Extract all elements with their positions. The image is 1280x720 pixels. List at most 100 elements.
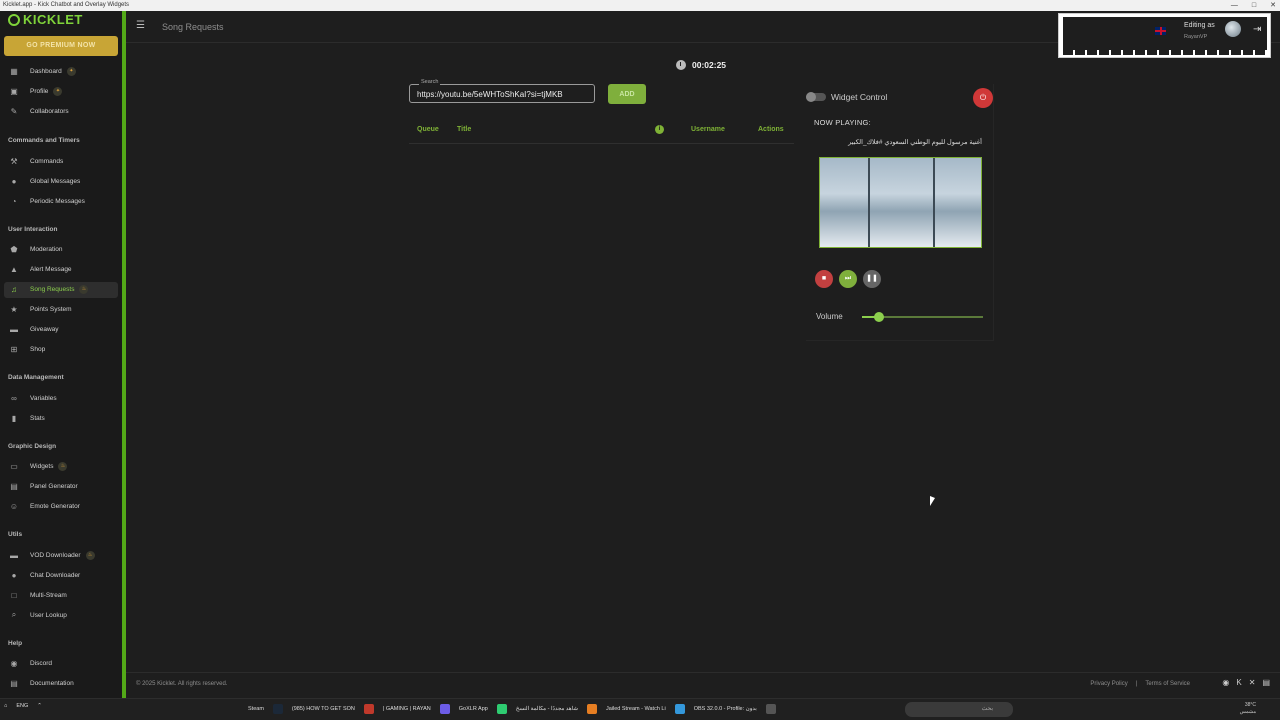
search-input[interactable] [417,88,589,100]
privacy-link[interactable]: Privacy Policy [1090,681,1127,687]
taskbar-search[interactable]: بحث [905,702,1013,717]
editing-as-label: Editing as [1184,22,1215,29]
taskbar-app-label[interactable]: Jailed Stream - Watch Li [606,706,666,712]
logout-icon[interactable]: ⇥ [1253,24,1261,35]
sidebar-item-label: Widgets [30,463,54,470]
sidebar-item-global-messages[interactable]: ● Global Messages [4,173,118,189]
chevron-up-icon[interactable]: ⌃ [37,703,42,709]
sidebar-item-label: Stats [30,414,45,422]
close-icon[interactable]: ✕ [1270,0,1276,11]
cart-icon: ⊞ [10,345,18,354]
minimize-icon[interactable]: — [1231,0,1238,11]
session-timer: 00:02:25 [676,60,726,70]
new-badge-icon: ♨ [58,462,68,471]
sidebar-item-variables[interactable]: ∞ Variables [4,390,118,406]
power-button[interactable]: ⏻ [973,88,993,108]
taskbar-app-icon[interactable] [586,704,597,714]
taskbar-app-icon[interactable] [674,704,685,714]
pause-button[interactable]: ❚❚ [863,270,881,288]
footer-separator: | [1135,681,1138,687]
sidebar-item-stats[interactable]: ▮ Stats [4,410,118,426]
sidebar-item-documentation[interactable]: ▤ Documentation [4,676,118,692]
sidebar-item-label: Emote Generator [30,503,80,510]
sidebar-item-label: Giveaway [30,326,59,333]
volume-slider-handle[interactable] [873,312,884,322]
taskbar-app-label[interactable]: (985) HOW TO GET SON [292,706,355,712]
copyright-text: © 2025 Kicklet. All rights reserved. [136,681,228,687]
taskbar-app-label[interactable]: شاهد مجددًا - مكالمة النسخ [516,706,578,712]
document-icon: ▤ [10,679,18,688]
x-twitter-icon[interactable]: ✕ [1249,678,1256,687]
sidebar-item-panel-generator[interactable]: ▤ Panel Generator [4,479,118,495]
sidebar-item-label: Global Messages [30,177,81,185]
sidebar-item-shop[interactable]: ⊞ Shop [4,342,118,358]
taskbar-app-label[interactable]: GoXLR App [459,706,488,712]
search-field[interactable] [409,84,595,103]
info-icon[interactable]: i [655,125,664,134]
sidebar-item-discord[interactable]: ◉ Discord [4,656,118,672]
sidebar-section-title: Help [8,639,23,647]
search-icon: ⌕ [11,610,17,619]
sidebar-item-periodic-messages[interactable]: ◔ Periodic Messages [4,193,118,209]
sidebar-item-commands[interactable]: ⚒ Commands [4,153,118,169]
taskbar-app-icon[interactable] [765,704,776,714]
volume-slider[interactable] [862,312,983,322]
sidebar-item-label: Collaborators [30,107,69,115]
sidebar-item-giveaway[interactable]: ▬ Giveaway [4,322,118,338]
sidebar-item-chat-downloader[interactable]: ● Chat Downloader [4,567,118,583]
stop-button[interactable]: ■ [815,270,833,288]
star-icon: ★ [10,305,18,314]
column-title[interactable]: Title [457,126,471,133]
add-song-button[interactable]: ADD [608,84,646,104]
widget-control-toggle[interactable] [806,92,826,102]
discord-icon[interactable]: ◉ [1222,678,1229,687]
sidebar-item-profile[interactable]: ▣ Profile ✦ [4,83,118,99]
window-titlebar: Kicklet.app - Kick Chatbot and Overlay W… [0,0,1280,11]
footer-links: Privacy Policy | Terms of Service [1090,681,1190,687]
timer-value: 00:02:25 [692,60,727,70]
lang-indicator[interactable]: ENG [16,703,28,709]
kick-icon[interactable]: K [1236,678,1241,687]
weather-temp: 38°C [1244,702,1256,708]
sidebar-item-emote-generator[interactable]: ☺ Emote Generator [4,499,118,515]
wrench-icon: ⚒ [10,156,18,166]
skip-button[interactable]: ⏭ [839,270,857,288]
sidebar-item-dashboard[interactable]: ▦ Dashboard ✦ [4,63,118,79]
sidebar-item-user-lookup[interactable]: ⌕ User Lookup [4,607,118,623]
column-username[interactable]: Username [691,126,725,133]
warning-icon: ▲ [10,265,18,274]
dashboard-icon: ▦ [10,66,18,76]
taskbar-app-icon[interactable] [439,704,450,714]
panel-icon: ▤ [10,482,18,491]
thumbnail-frame [933,158,935,247]
network-icon[interactable]: ⌂ [4,703,7,709]
sidebar-item-points-system[interactable]: ★ Points System [4,302,118,318]
taskbar-app-icon[interactable] [272,704,283,714]
taskbar-app-label[interactable]: OBS 32.0.0 - Profile: بدون [694,706,757,712]
go-premium-button[interactable]: GO PREMIUM NOW [4,36,118,56]
windows-taskbar: ⌂ ENG ⌃ Steam (985) HOW TO GET SON | GAMIN… [0,698,1280,720]
taskbar-app-label[interactable]: Steam [248,706,264,712]
avatar[interactable] [1225,21,1241,37]
sidebar-item-multi-stream[interactable]: □ Multi-Stream [4,587,118,603]
taskbar-app-label[interactable]: | GAMING | RAYAN [383,706,431,712]
terms-link[interactable]: Terms of Service [1145,681,1190,687]
sidebar-item-collaborators[interactable]: ✎ Collaborators [4,103,118,119]
weather-widget[interactable]: 38°C مشمس [1240,702,1256,716]
sidebar-item-moderation[interactable]: ⬟ Moderation [4,242,118,258]
document-icon[interactable]: ▤ [1262,678,1270,687]
gift-icon: ▬ [10,325,18,334]
logo[interactable]: KICKLET [8,12,83,27]
taskbar-app-icon[interactable] [496,704,507,714]
uk-flag-icon[interactable] [1155,27,1166,35]
shield-icon: ⬟ [10,245,18,254]
maximize-icon[interactable]: □ [1252,0,1256,11]
sidebar-item-alert-message[interactable]: ▲ Alert Message [4,262,118,278]
sidebar-item-song-requests[interactable]: ♫ Song Requests ♨ [4,281,118,298]
menu-toggle-icon[interactable]: ☰ [136,20,145,31]
video-thumbnail[interactable] [819,157,982,248]
sidebar-item-widgets[interactable]: ▭ Widgets ♨ [4,459,118,475]
column-queue[interactable]: Queue [417,126,439,133]
taskbar-app-icon[interactable] [363,704,374,714]
sidebar-item-vod-downloader[interactable]: ▬ VOD Downloader ♨ [4,547,118,563]
